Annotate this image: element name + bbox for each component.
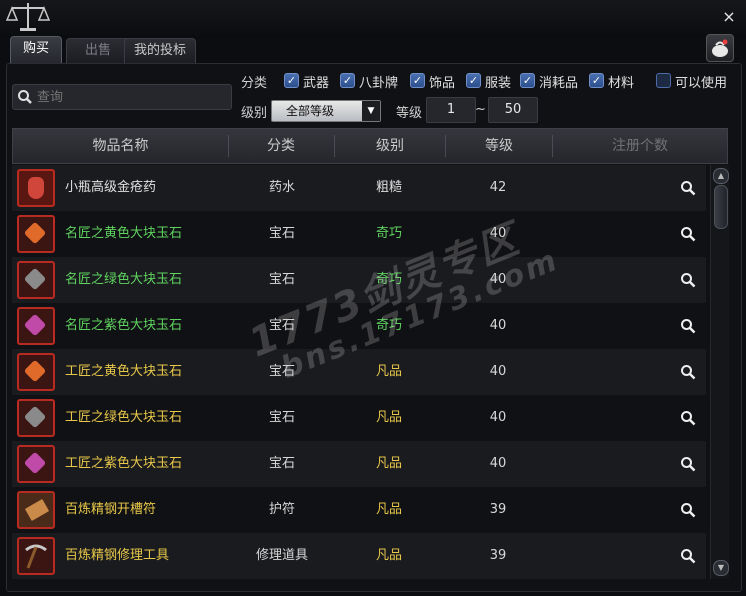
table-header: 物品名称 分类 级别 等级 注册个数 (12, 128, 728, 164)
gem-purple-icon (17, 445, 55, 483)
bag-icon[interactable] (706, 34, 734, 62)
item-category: 宝石 (268, 272, 295, 287)
item-level: 40 (489, 318, 507, 333)
tab-buy[interactable]: 购买 (10, 36, 62, 63)
item-grade: 凡品 (375, 548, 402, 563)
gem-yellow-icon (17, 215, 55, 253)
checkbox-icon[interactable]: ✓ (410, 73, 425, 88)
header-level[interactable]: 等级 (446, 129, 552, 163)
checkbox-icon[interactable]: ✓ (340, 73, 355, 88)
scroll-down-icon[interactable]: ▼ (713, 560, 729, 576)
tab-sell[interactable]: 出售 (66, 38, 130, 63)
item-level: 40 (489, 364, 507, 379)
item-category: 修理道具 (255, 548, 308, 563)
item-level: 39 (489, 548, 507, 563)
item-name: 百炼精钢修理工具 (65, 548, 170, 563)
scroll-up-icon[interactable]: ▲ (713, 168, 729, 184)
item-level: 42 (489, 180, 507, 195)
table-row[interactable]: 百炼精钢修理工具 修理道具 凡品 39 (12, 533, 706, 579)
chevron-down-icon[interactable]: ▼ (362, 101, 380, 121)
table-row[interactable]: 小瓶高级金疮药 药水 粗糙 42 (12, 165, 706, 211)
checkbox-icon[interactable]: ✓ (284, 73, 299, 88)
item-name: 名匠之黄色大块玉石 (65, 226, 183, 241)
item-grade: 奇巧 (375, 272, 402, 287)
item-grade: 粗糙 (375, 180, 402, 195)
item-name: 百炼精钢开槽符 (65, 502, 157, 517)
table-row[interactable]: 名匠之黄色大块玉石 宝石 奇巧 40 (12, 211, 706, 257)
item-name: 工匠之黄色大块玉石 (65, 364, 183, 379)
table-row[interactable]: 百炼精钢开槽符 护符 凡品 39 (12, 487, 706, 533)
item-grade: 奇巧 (375, 318, 402, 333)
item-category: 宝石 (268, 318, 295, 333)
checkbox-icon[interactable]: ✓ (589, 73, 604, 88)
item-category: 药水 (268, 180, 295, 195)
talisman-icon (17, 491, 55, 529)
magnifier-icon[interactable] (680, 456, 696, 472)
header-item-name[interactable]: 物品名称 (13, 129, 228, 163)
item-category: 宝石 (268, 456, 295, 471)
item-level: 40 (489, 410, 507, 425)
checkbox-icon[interactable] (656, 73, 671, 88)
table-row[interactable]: 名匠之紫色大块玉石 宝石 奇巧 40 (12, 303, 706, 349)
magnifier-icon[interactable] (680, 180, 696, 196)
level-max-input[interactable]: 50 (488, 97, 538, 123)
table-row[interactable]: 工匠之紫色大块玉石 宝石 凡品 40 (12, 441, 706, 487)
gem-green-icon (17, 261, 55, 299)
item-name: 小瓶高级金疮药 (65, 180, 157, 195)
item-level: 40 (489, 272, 507, 287)
magnifier-icon[interactable] (680, 548, 696, 564)
grade-dropdown[interactable]: 全部等级 ▼ (271, 100, 381, 122)
item-category: 宝石 (268, 410, 295, 425)
magnifier-icon[interactable] (680, 272, 696, 288)
potion-icon (17, 169, 55, 207)
level-label: 等级 (396, 106, 423, 121)
scale-icon (6, 3, 50, 31)
pickaxe-icon (17, 537, 55, 575)
category-label: 分类 (241, 76, 268, 91)
item-level: 40 (489, 226, 507, 241)
level-separator: ~ (475, 102, 486, 117)
magnifier-icon[interactable] (680, 502, 696, 518)
item-category: 宝石 (268, 364, 295, 379)
item-name: 名匠之绿色大块玉石 (65, 272, 183, 287)
item-category: 宝石 (268, 226, 295, 241)
magnifier-icon[interactable] (680, 226, 696, 242)
title-bar: × (0, 0, 746, 38)
header-grade[interactable]: 级别 (335, 129, 445, 163)
item-grade: 凡品 (375, 364, 402, 379)
item-category: 护符 (268, 502, 295, 517)
grade-label: 级别 (241, 106, 268, 121)
tab-my-bids[interactable]: 我的投标 (124, 38, 196, 63)
magnifier-icon[interactable] (680, 410, 696, 426)
item-name: 工匠之绿色大块玉石 (65, 410, 183, 425)
table-row[interactable]: 工匠之黄色大块玉石 宝石 凡品 40 (12, 349, 706, 395)
header-listing-count[interactable]: 注册个数 (553, 129, 727, 163)
table-row[interactable]: 工匠之绿色大块玉石 宝石 凡品 40 (12, 395, 706, 441)
close-icon[interactable]: × (722, 9, 736, 25)
magnifier-icon[interactable] (680, 364, 696, 380)
gem-yellow-icon (17, 353, 55, 391)
magnifier-icon[interactable] (680, 318, 696, 334)
item-grade: 凡品 (375, 502, 402, 517)
search-box[interactable] (12, 84, 232, 110)
item-level: 40 (489, 456, 507, 471)
item-name: 工匠之紫色大块玉石 (65, 456, 183, 471)
level-min-input[interactable]: 1 (426, 97, 476, 123)
item-name: 名匠之紫色大块玉石 (65, 318, 183, 333)
checkbox-icon[interactable]: ✓ (466, 73, 481, 88)
search-icon (18, 90, 32, 104)
item-level: 39 (489, 502, 507, 517)
header-category[interactable]: 分类 (229, 129, 333, 163)
scroll-thumb[interactable] (714, 185, 728, 229)
scrollbar[interactable]: ▲ ▼ (710, 165, 729, 579)
item-grade: 凡品 (375, 456, 402, 471)
gem-purple-icon (17, 307, 55, 345)
checkbox-icon[interactable]: ✓ (520, 73, 535, 88)
item-list: 小瓶高级金疮药 药水 粗糙 42 名匠之黄色大块玉石 宝石 奇巧 40 名匠之绿… (12, 165, 706, 585)
gem-green-icon (17, 399, 55, 437)
item-grade: 凡品 (375, 410, 402, 425)
search-input[interactable] (35, 87, 229, 107)
item-grade: 奇巧 (375, 226, 402, 241)
table-row[interactable]: 名匠之绿色大块玉石 宝石 奇巧 40 (12, 257, 706, 303)
